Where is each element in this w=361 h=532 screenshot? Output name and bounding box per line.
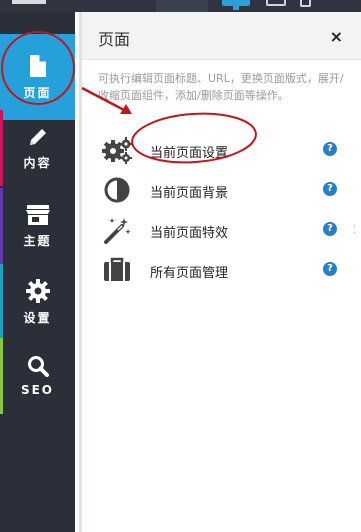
- contrast-icon: [104, 177, 130, 203]
- sidebar-item-label: 设置: [23, 310, 52, 325]
- close-button[interactable]: ×: [330, 27, 343, 46]
- sidebar-stripe: [0, 338, 3, 414]
- store-icon: [25, 204, 50, 225]
- magic-wand-icon: [104, 218, 131, 244]
- desktop-view-icon-stand: [233, 6, 239, 10]
- help-icon[interactable]: ?: [323, 222, 337, 236]
- sidebar: 页面 内容 主题 设置 SEO: [0, 12, 75, 532]
- tablet-view-icon[interactable]: [266, 0, 286, 6]
- sidebar-item-settings[interactable]: 设置: [0, 264, 75, 340]
- menu-item-all-pages-management[interactable]: 所有页面管理 ?: [98, 254, 348, 286]
- menu-item-current-page-settings[interactable]: 当前页面设置 ?: [98, 134, 348, 166]
- search-icon: [27, 356, 49, 377]
- help-icon[interactable]: ?: [323, 262, 337, 276]
- panel-header: 页面 ×: [82, 12, 361, 60]
- sidebar-stripe: [0, 264, 3, 340]
- edge-marker: ⁚: [353, 226, 356, 236]
- menu-item-label: 当前页面特效: [150, 226, 229, 241]
- panel-description: 可执行编辑页面标题、URL，更换页面版式，展开/收缩页面组件，添加/删除页面等操…: [98, 72, 344, 102]
- sidebar-item-content[interactable]: 内容: [0, 110, 75, 186]
- top-toolbar: [0, 0, 361, 12]
- briefcase-icon: [104, 257, 130, 281]
- help-icon[interactable]: ?: [323, 182, 337, 196]
- page-panel: 页面 × 可执行编辑页面标题、URL，更换页面版式，展开/收缩页面组件，添加/删…: [79, 12, 361, 532]
- help-icon[interactable]: ?: [323, 142, 337, 156]
- menu-item-label: 当前页面背景: [150, 186, 229, 201]
- panel-title: 页面: [98, 30, 131, 49]
- mobile-view-icon[interactable]: [300, 0, 311, 7]
- gear-icon: [25, 278, 50, 303]
- sidebar-item-theme[interactable]: 主题: [0, 188, 75, 264]
- sidebar-item-label: 主题: [23, 233, 52, 248]
- sidebar-stripe: [0, 188, 3, 264]
- pencil-icon: [29, 128, 46, 145]
- logo: [12, 0, 46, 4]
- gears-icon: [102, 137, 132, 164]
- toolbar-selected-slot[interactable]: [156, 0, 208, 12]
- menu-item-current-page-effects[interactable]: 当前页面特效 ?: [98, 214, 348, 246]
- sidebar-item-page[interactable]: 页面: [0, 34, 75, 120]
- sidebar-stripe: [0, 110, 3, 186]
- menu-item-label: 所有页面管理: [150, 266, 229, 281]
- sidebar-item-label: 内容: [23, 155, 52, 170]
- sidebar-item-label: 页面: [23, 85, 52, 100]
- menu-item-current-page-background[interactable]: 当前页面背景 ?: [98, 174, 348, 206]
- file-icon: [29, 54, 46, 77]
- sidebar-item-seo[interactable]: SEO: [0, 338, 75, 414]
- menu-item-label: 当前页面设置: [150, 146, 229, 161]
- sidebar-item-label: SEO: [20, 383, 55, 397]
